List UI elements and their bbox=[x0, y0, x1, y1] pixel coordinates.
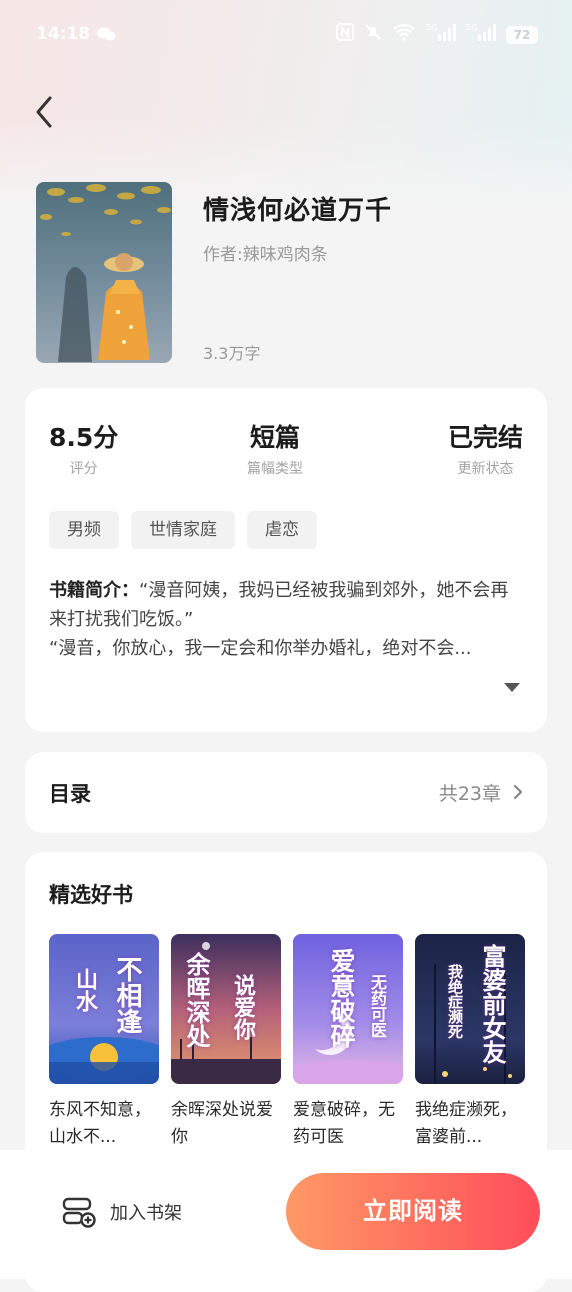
intro-line-2: “漫音，你放心，我一定会和你举办婚礼，绝对不会... bbox=[49, 638, 472, 659]
toc-title: 目录 bbox=[49, 782, 91, 806]
cover-title-text: 余晖深处 bbox=[182, 952, 211, 1048]
cover-title-text: 爱意破碎 bbox=[327, 948, 356, 1048]
toc-chapter-count: 共23章 bbox=[438, 783, 501, 805]
recommended-book-name: 爱意破碎，无药可医 bbox=[293, 1100, 395, 1147]
cover-subtitle-text: 我绝症濒死 bbox=[446, 964, 464, 1039]
recommended-book-cover: 爱意破碎 无药可医 bbox=[293, 934, 403, 1084]
cover-subtitle-text: 山水 bbox=[72, 968, 98, 1012]
status-time: 14:18 bbox=[36, 24, 91, 44]
battery-indicator: 72 bbox=[506, 25, 538, 44]
book-author: 作者:辣味鸡肉条 bbox=[203, 245, 328, 265]
bottom-action-bar: 加入书架 立即阅读 bbox=[0, 1150, 572, 1279]
add-shelf-icon bbox=[62, 1197, 96, 1228]
wifi-icon bbox=[392, 23, 416, 46]
mute-icon bbox=[364, 23, 382, 46]
intro-label: 书籍简介： bbox=[49, 580, 139, 601]
stat-status-label: 更新状态 bbox=[457, 461, 514, 477]
recommended-book-name: 余晖深处说爱你 bbox=[171, 1100, 273, 1147]
recommended-book-item[interactable]: 余晖深处 说爱你 余晖深处说爱你 bbox=[171, 934, 281, 1151]
stat-rating-label: 评分 bbox=[69, 461, 98, 477]
recommended-book-list: 不相逢 山水 东风不知意，山水不... 余晖深处 说爱你 余晖深处说爱你 爱意破… bbox=[49, 934, 525, 1151]
back-button[interactable] bbox=[30, 94, 62, 130]
recommended-book-cover: 富婆前女友 我绝症濒死 bbox=[415, 934, 525, 1084]
recommended-book-item[interactable]: 富婆前女友 我绝症濒死 我绝症濒死，富婆前... bbox=[415, 934, 525, 1151]
tag-list: 男频 世情家庭 虐恋 bbox=[49, 511, 317, 549]
stat-length: 短篇 篇幅类型 bbox=[247, 418, 303, 478]
stat-length-label: 篇幅类型 bbox=[247, 461, 303, 477]
cover-subtitle-text: 说爱你 bbox=[230, 974, 256, 1040]
svg-text:5G: 5G bbox=[466, 23, 477, 32]
book-title: 情浅何必道万千 bbox=[203, 196, 393, 226]
recommended-book-name: 我绝症濒死，富婆前... bbox=[415, 1100, 517, 1147]
book-info-card: 8.5分 评分 短篇 篇幅类型 已完结 更新状态 男频 世情家庭 虐恋 书籍简介… bbox=[25, 388, 547, 732]
tag-item[interactable]: 虐恋 bbox=[247, 511, 317, 549]
cover-title-text: 富婆前女友 bbox=[478, 944, 507, 1064]
expand-intro-icon[interactable] bbox=[503, 678, 521, 692]
book-word-count: 3.3万字 bbox=[203, 344, 261, 363]
cover-title-text: 不相逢 bbox=[112, 956, 142, 1034]
recommended-book-cover: 余晖深处 说爱你 bbox=[171, 934, 281, 1084]
status-bar: 14:18 5G 5G 72 bbox=[0, 18, 572, 52]
recommended-book-item[interactable]: 爱意破碎 无药可医 爱意破碎，无药可医 bbox=[293, 934, 403, 1151]
add-to-shelf-button[interactable]: 加入书架 bbox=[62, 1196, 182, 1228]
signal-5g-icon: 5G bbox=[426, 22, 456, 47]
recommended-book-cover: 不相逢 山水 bbox=[49, 934, 159, 1084]
recommended-book-item[interactable]: 不相逢 山水 东风不知意，山水不... bbox=[49, 934, 159, 1151]
stat-length-value: 短篇 bbox=[249, 423, 300, 452]
stat-status-value: 已完结 bbox=[447, 423, 523, 452]
recommended-book-name: 东风不知意，山水不... bbox=[49, 1100, 151, 1147]
chat-notification-icon bbox=[96, 26, 116, 47]
stat-status: 已完结 更新状态 bbox=[448, 418, 523, 478]
stat-rating-value: 8.5分 bbox=[49, 423, 119, 452]
table-of-contents-row[interactable]: 目录 共23章 bbox=[25, 752, 547, 833]
nfc-icon bbox=[336, 23, 354, 46]
tag-item[interactable]: 男频 bbox=[49, 511, 119, 549]
add-to-shelf-label: 加入书架 bbox=[110, 1203, 182, 1224]
recommended-title: 精选好书 bbox=[49, 883, 133, 907]
back-arrow-icon bbox=[36, 96, 52, 128]
tag-item[interactable]: 世情家庭 bbox=[131, 511, 235, 549]
read-now-button[interactable]: 立即阅读 bbox=[286, 1173, 540, 1250]
chevron-right-icon bbox=[513, 783, 523, 801]
cover-subtitle-text: 无药可医 bbox=[368, 974, 387, 1038]
signal-5g-icon-2: 5G bbox=[466, 22, 496, 47]
book-intro: 书籍简介：“漫音阿姨，我妈已经被我骗到郊外，她不会再来打扰我们吃饭。” “漫音，… bbox=[49, 576, 519, 663]
stat-rating: 8.5分 评分 bbox=[49, 418, 118, 478]
book-cover bbox=[36, 182, 172, 363]
svg-text:5G: 5G bbox=[426, 23, 437, 32]
